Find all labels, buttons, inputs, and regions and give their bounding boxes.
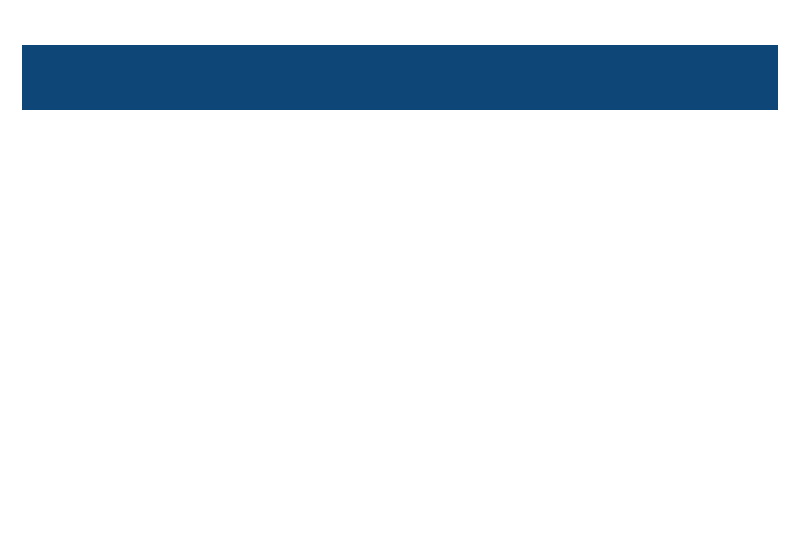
column-header-sound-type [22,45,182,110]
column-header-filter-name [295,45,503,110]
column-header-impulse-response [182,45,295,110]
column-header-remarks [503,45,673,110]
pcm-filter-table [22,45,778,110]
table-header [22,45,778,110]
header-row [22,45,778,110]
page-root [0,0,800,540]
column-header-edge [673,45,778,110]
